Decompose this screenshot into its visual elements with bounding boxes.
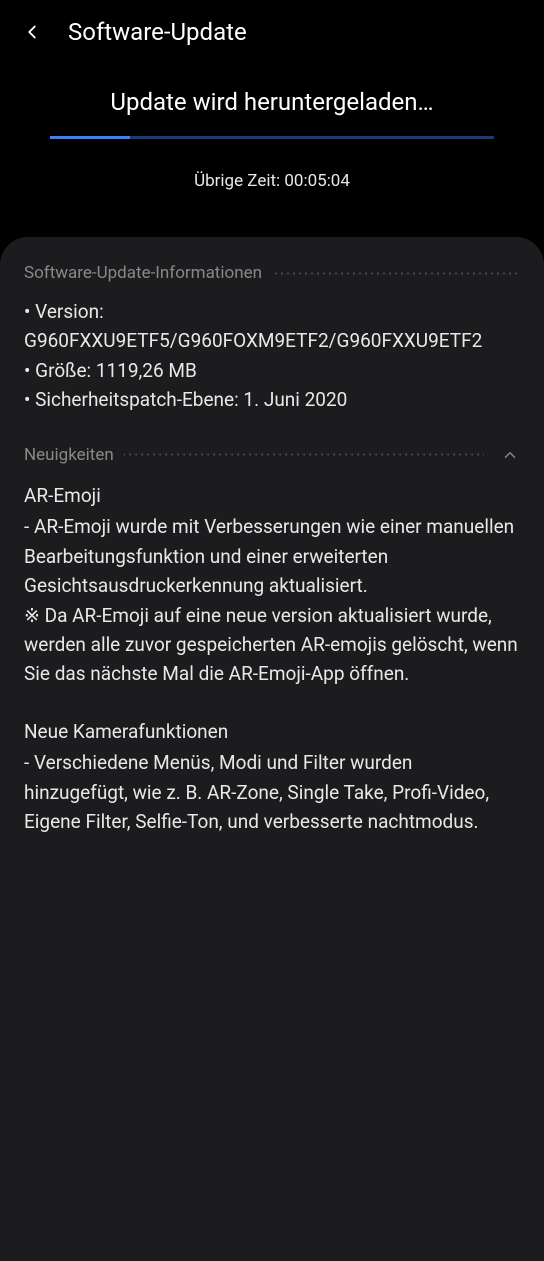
chevron-up-icon: [500, 445, 520, 465]
info-section-title: Software-Update-Informationen: [24, 263, 262, 283]
page-title: Software-Update: [68, 18, 247, 46]
back-icon[interactable]: [20, 20, 44, 44]
whats-new-title: Neuigkeiten: [24, 445, 114, 465]
download-section: Update wird heruntergeladen… Übrige Zeit…: [0, 64, 544, 227]
time-remaining: Übrige Zeit: 00:05:04: [0, 171, 544, 191]
download-status: Update wird heruntergeladen…: [0, 88, 544, 116]
header: Software-Update: [0, 0, 544, 64]
divider-dots: [124, 453, 484, 456]
news-section: AR-Emoji - AR-Emoji wurde mit Verbesseru…: [24, 481, 520, 837]
news-ar-body: - AR-Emoji wurde mit Verbesserungen wie …: [24, 512, 520, 689]
news-ar-title: AR-Emoji: [24, 481, 520, 510]
progress-bar: [50, 136, 494, 139]
info-security-patch: • Sicherheitspatch-Ebene: 1. Juni 2020: [24, 385, 520, 414]
info-version: • Version: G960FXXU9ETF5/G960FOXM9ETF2/G…: [24, 297, 520, 356]
news-camera-title: Neue Kamerafunktionen: [24, 717, 520, 746]
info-list: • Version: G960FXXU9ETF5/G960FOXM9ETF2/G…: [24, 297, 520, 415]
info-card: Software-Update-Informationen • Version:…: [0, 237, 544, 1261]
whats-new-header[interactable]: Neuigkeiten: [24, 445, 520, 465]
info-section-header: Software-Update-Informationen: [24, 263, 520, 283]
news-camera-body: - Verschiedene Menüs, Modi und Filter wu…: [24, 748, 520, 836]
info-size: • Größe: 1119,26 MB: [24, 356, 520, 385]
divider-dots: [272, 272, 520, 275]
progress-fill: [50, 136, 130, 139]
